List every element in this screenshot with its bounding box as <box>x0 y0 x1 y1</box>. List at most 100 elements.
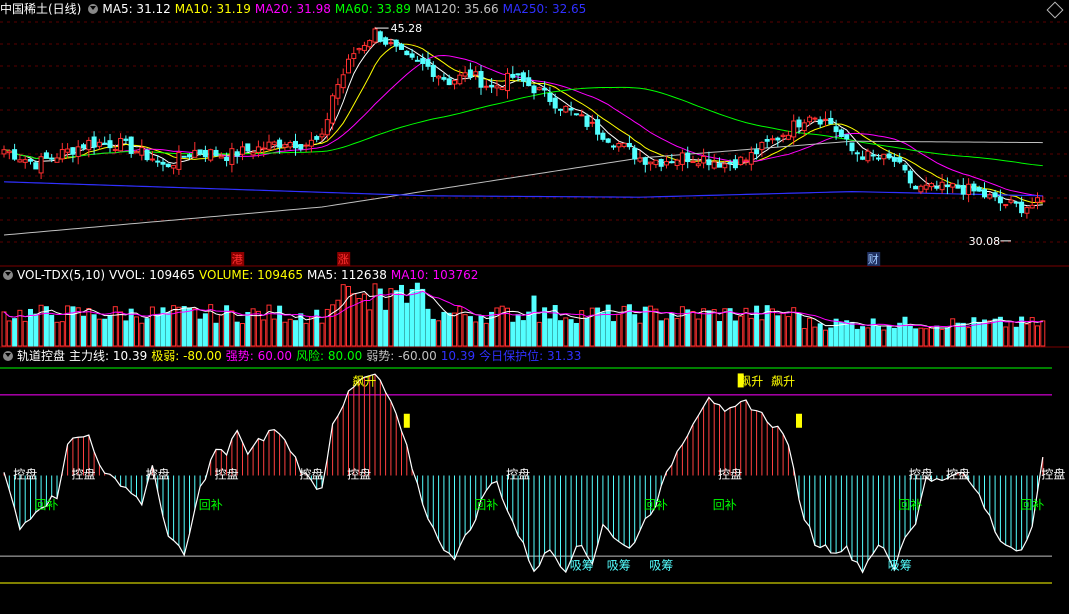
volume-bar <box>240 323 245 347</box>
price-header: 中国稀土(日线) MA5: 31.12 MA10: 31.19 MA20: 31.98… <box>0 0 594 18</box>
candle-body <box>722 163 728 169</box>
candle-body <box>293 140 298 149</box>
volume-indicator-label-2: MA5: 112638 <box>306 268 387 282</box>
volume-bar <box>473 321 479 347</box>
candle-body <box>679 152 685 165</box>
volume-header: VOL-TDX(5,10) VVOL: 109465 VOLUME: 109465 M… <box>0 266 486 284</box>
volume-bar <box>891 327 897 347</box>
candle-body <box>425 59 431 67</box>
volume-bar <box>759 319 765 347</box>
candle-body <box>865 150 871 162</box>
candle-body <box>876 157 881 160</box>
volume-bar <box>865 327 871 347</box>
volume-bar <box>377 288 383 347</box>
candle-body <box>420 58 426 64</box>
volume-bar <box>653 308 659 347</box>
candle-body <box>139 147 145 156</box>
candle-body <box>303 144 309 147</box>
volume-bar <box>939 329 945 347</box>
candle-body <box>452 80 457 85</box>
candle-body <box>250 152 256 156</box>
volume-bar <box>65 305 71 347</box>
price-indicator-label-3: MA60: 33.89 <box>334 2 411 16</box>
price-dropdown-icon[interactable] <box>88 4 99 14</box>
volume-bar <box>717 321 722 347</box>
price-indicator-label-4: MA120: 35.66 <box>414 2 499 16</box>
label-huibu: 回补 <box>1020 498 1044 512</box>
candle-body <box>33 162 39 170</box>
candle-body <box>224 156 230 161</box>
candle-body <box>907 170 913 184</box>
candle-body <box>462 72 468 77</box>
volume-bar <box>467 316 473 347</box>
candle-body <box>536 87 542 91</box>
volume-bar <box>441 311 447 347</box>
indicator-value-label-4: 弱势: -60.00 <box>366 349 437 363</box>
volume-dropdown-icon[interactable] <box>3 270 13 280</box>
label-kongpan: 控盘 <box>215 467 239 482</box>
volume-bar <box>361 293 367 347</box>
volume-bar <box>144 318 150 347</box>
volume-bar <box>886 325 892 347</box>
candle-body <box>807 116 813 123</box>
volume-bar <box>738 315 744 347</box>
candle-body <box>59 149 65 160</box>
candle-body <box>409 53 415 58</box>
candle-body <box>340 74 346 89</box>
candle-body <box>478 71 484 88</box>
candle-body <box>356 48 362 51</box>
candle-body <box>6 150 12 154</box>
candle-body <box>86 139 92 151</box>
candle-body <box>128 136 134 154</box>
candle-body <box>430 64 436 77</box>
indicator-dropdown-icon[interactable] <box>3 351 13 361</box>
volume-bar <box>823 329 828 347</box>
candle-body <box>473 71 479 76</box>
volume-bar <box>807 317 813 347</box>
candle-body <box>192 149 198 158</box>
candle-body <box>717 163 722 168</box>
volume-bar <box>483 322 489 347</box>
label-huibu: 回补 <box>474 498 498 512</box>
candle-body <box>960 184 966 195</box>
candle-body <box>950 183 956 188</box>
volume-bar <box>860 326 866 347</box>
candle-body <box>399 43 404 50</box>
candle-body <box>902 164 908 171</box>
candle-body <box>918 185 924 193</box>
candle-body <box>96 141 102 147</box>
label-kongpan: 控盘 <box>146 467 170 482</box>
volume-bar <box>1040 320 1046 347</box>
candle-body <box>91 136 97 148</box>
volume-bar <box>812 326 818 347</box>
volume-bar <box>478 315 484 347</box>
volume-title: VOL-TDX(5,10) <box>17 268 106 282</box>
volume-bar <box>589 307 595 347</box>
candle-body <box>404 50 410 56</box>
chart-stage[interactable]: 45.28 30.08 港涨财控盘 控盘 控盘 控盘 控盘 控盘 控盘 控盘 控盘 控盘 控盘 回补 回补回… <box>0 0 1069 610</box>
chart-svg[interactable]: 45.2830.08港涨财控盘 控盘 控盘 控盘 控盘 控盘 控盘 控盘 控盘 控盘 控盘回补 回补回… <box>0 0 1069 610</box>
candle-body <box>611 145 616 148</box>
candle-body <box>330 95 336 124</box>
volume-bar <box>303 322 309 347</box>
candle-body <box>107 140 113 149</box>
candle-body <box>346 58 351 74</box>
candle-body <box>1040 200 1046 203</box>
volume-bar <box>881 329 887 347</box>
price-indicators: MA5: 31.12 MA10: 31.19 MA20: 31.98 MA60: 33… <box>102 2 590 16</box>
candle-body <box>854 152 860 155</box>
candle-body <box>838 129 844 137</box>
candle-body <box>1013 201 1019 204</box>
candle-body <box>213 149 219 157</box>
volume-bar <box>849 321 855 347</box>
candle-body <box>155 160 161 163</box>
candle-body <box>642 157 648 165</box>
volume-bar <box>139 322 145 347</box>
volume-bar <box>770 308 775 347</box>
volume-bar <box>452 312 457 347</box>
candle-body <box>664 161 669 166</box>
volume-bar <box>107 314 113 347</box>
signal-marker <box>796 413 802 428</box>
volume-bar <box>854 328 860 347</box>
volume-bar <box>992 318 998 347</box>
